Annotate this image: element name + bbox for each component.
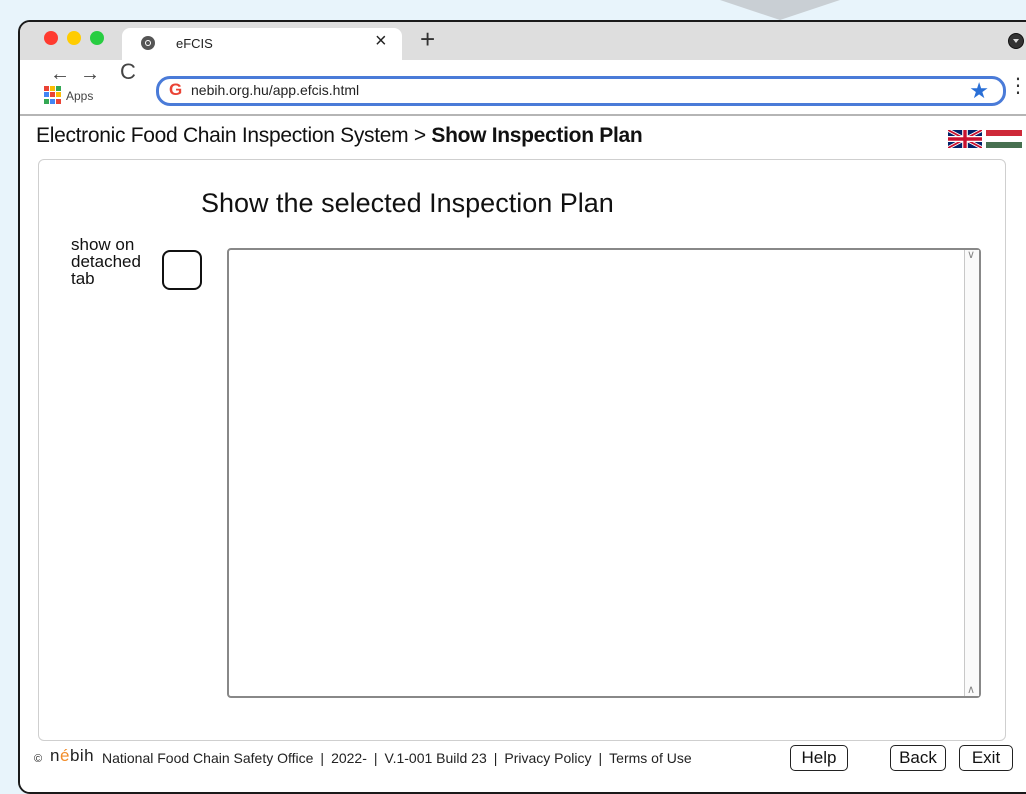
page-content: Electronic Food Chain Inspection System … (20, 116, 1026, 792)
chrome-icon (141, 36, 155, 50)
textarea-scrollbar[interactable]: ∨ ∧ (964, 248, 979, 696)
breadcrumb-current: Show Inspection Plan (431, 124, 643, 147)
footer-separator: | (320, 750, 325, 766)
reload-icon[interactable]: C (120, 59, 136, 85)
privacy-policy-link[interactable]: Privacy Policy (504, 750, 591, 766)
browser-menu-icon[interactable]: ⋮ (1008, 76, 1026, 96)
url-text[interactable]: nebih.org.hu/app.efcis.html (191, 82, 359, 98)
browser-window: eFCIS × + ← → C Apps G nebih.org.hu/app.… (18, 20, 1026, 794)
footer-links: National Food Chain Safety Office | 2022- |… (102, 750, 692, 766)
detach-checkbox[interactable] (162, 250, 202, 290)
profile-icon[interactable] (1008, 33, 1024, 49)
breadcrumb-separator: > (408, 124, 432, 147)
exit-button[interactable]: Exit (959, 745, 1013, 771)
back-button[interactable]: Back (890, 745, 946, 771)
footer: © nébih National Food Chain Safety Offic… (20, 744, 1026, 774)
footer-separator: | (598, 750, 603, 766)
new-tab-icon[interactable]: + (420, 26, 435, 52)
footer-separator: | (373, 750, 378, 766)
inspection-plan-textarea[interactable]: ∨ ∧ (227, 248, 981, 698)
nebih-logo: nébih (50, 746, 94, 766)
main-panel: Show the selected Inspection Plan show o… (38, 159, 1006, 741)
detach-label: show on detached tab (71, 235, 141, 288)
tab-title: eFCIS (176, 36, 213, 51)
breadcrumb: Electronic Food Chain Inspection System … (36, 124, 643, 148)
scroll-up-chevron-icon[interactable]: ∧ (967, 683, 975, 696)
forward-arrow-icon[interactable]: → (80, 63, 100, 86)
uk-flag-icon[interactable] (948, 130, 982, 148)
terms-of-use-link[interactable]: Terms of Use (609, 750, 691, 766)
bookmark-star-icon[interactable]: ★ (969, 78, 989, 104)
help-button[interactable]: Help (790, 745, 848, 771)
apps-label[interactable]: Apps (66, 89, 93, 103)
maximize-window-button[interactable] (90, 31, 104, 45)
footer-version: V.1-001 Build 23 (384, 750, 487, 766)
browser-tab[interactable]: eFCIS × (122, 28, 402, 60)
footer-separator: | (493, 750, 498, 766)
minimize-window-button[interactable] (67, 31, 81, 45)
back-arrow-icon[interactable]: ← (50, 63, 70, 86)
copyright-icon: © (34, 753, 43, 765)
close-tab-icon[interactable]: × (375, 31, 387, 51)
logo-text: nébih (50, 746, 95, 765)
footer-organization: National Food Chain Safety Office (102, 750, 314, 766)
browser-toolbar: ← → C Apps G nebih.org.hu/app.efcis.html… (20, 59, 1026, 116)
footer-year: 2022- (331, 750, 367, 766)
address-bar[interactable]: G nebih.org.hu/app.efcis.html ★ (156, 76, 1006, 106)
hungary-flag-icon[interactable] (986, 130, 1022, 148)
scroll-down-chevron-icon[interactable]: ∨ (967, 248, 975, 261)
decorative-triangle (720, 0, 840, 20)
google-icon: G (169, 80, 183, 99)
close-window-button[interactable] (44, 31, 58, 45)
apps-grid-icon[interactable] (44, 86, 62, 104)
title-bar: eFCIS × + (20, 22, 1026, 60)
panel-title: Show the selected Inspection Plan (201, 188, 614, 218)
breadcrumb-root[interactable]: Electronic Food Chain Inspection System (36, 124, 409, 147)
